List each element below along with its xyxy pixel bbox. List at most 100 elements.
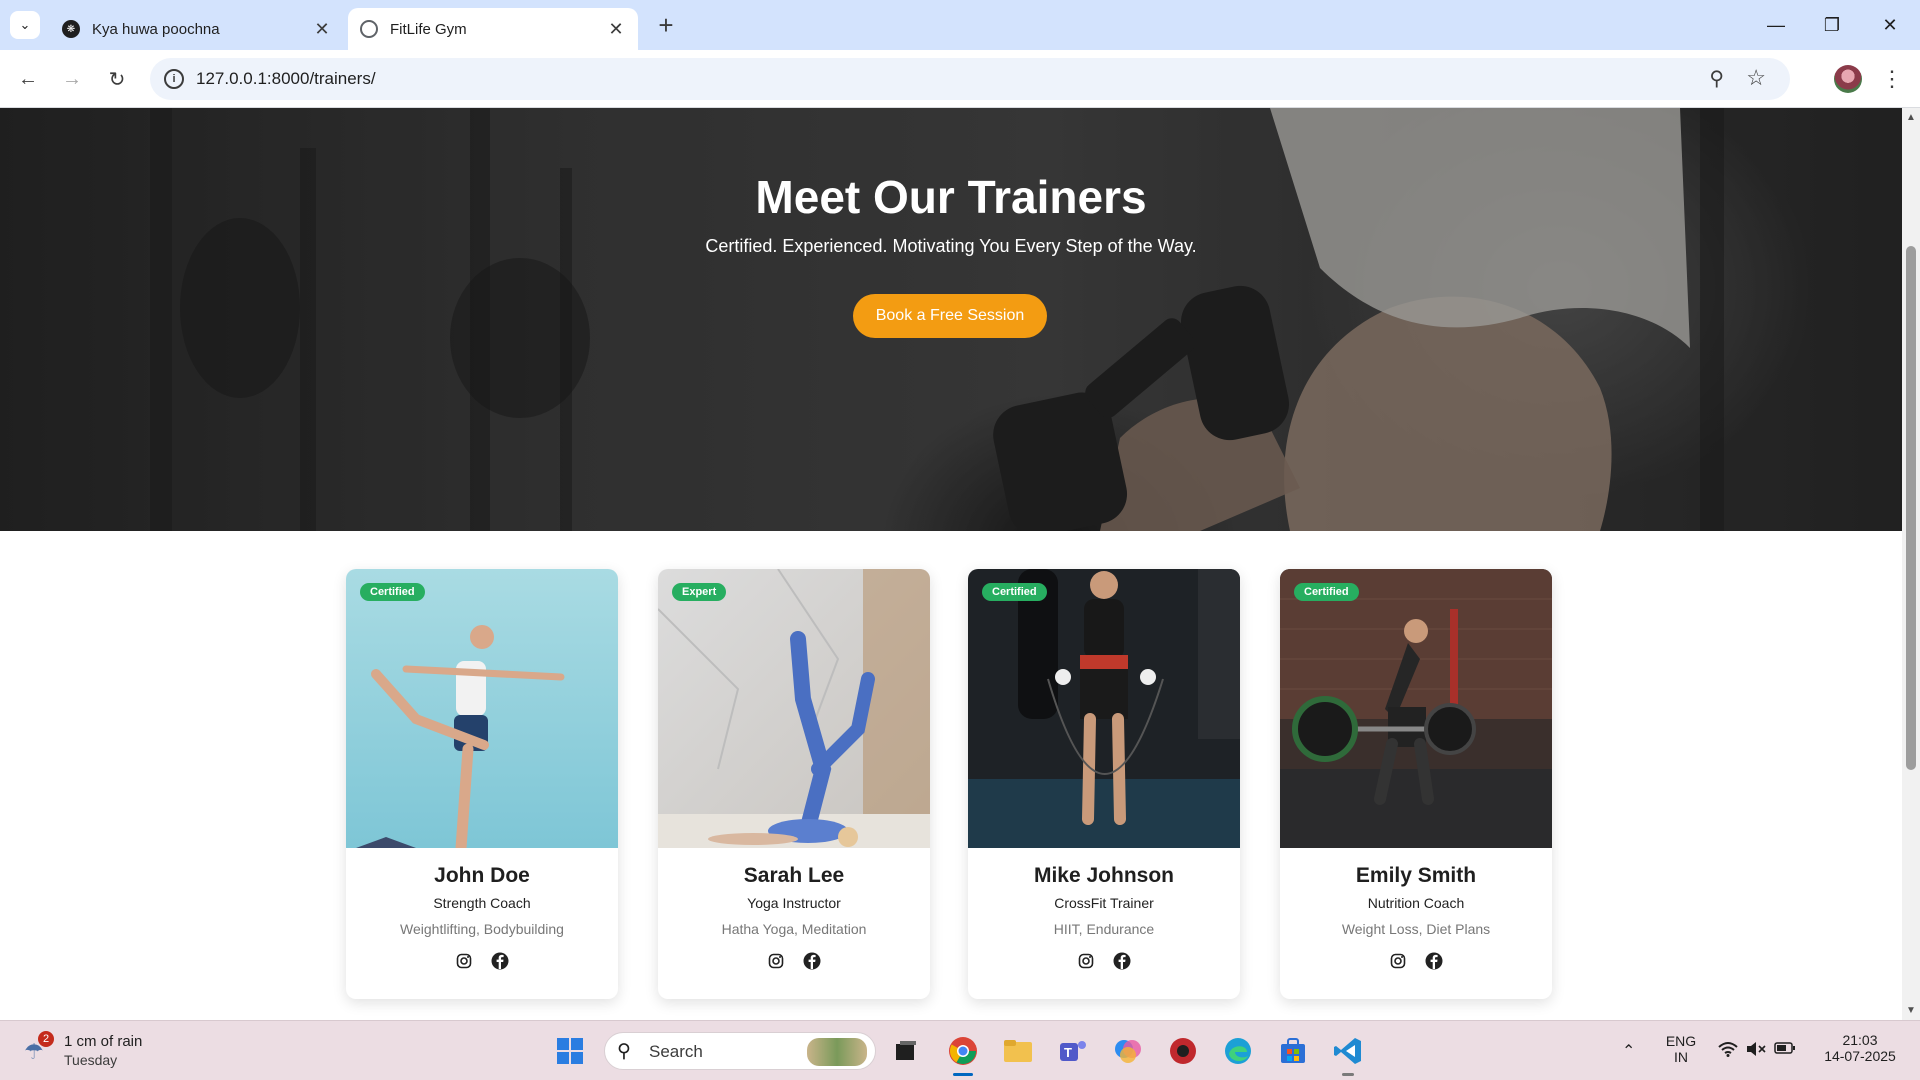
trainer-name: Mike Johnson bbox=[1033, 864, 1175, 887]
weather-day: Tuesday bbox=[64, 1052, 118, 1068]
running-app-indicator bbox=[1342, 1073, 1354, 1076]
trainer-name: Emily Smith bbox=[1355, 864, 1477, 887]
trainer-photo bbox=[1280, 569, 1552, 848]
facebook-icon[interactable] bbox=[1425, 952, 1443, 970]
scroll-down-arrow-icon[interactable]: ▼ bbox=[1906, 1005, 1916, 1016]
profile-avatar[interactable] bbox=[1834, 65, 1862, 93]
task-view-icon[interactable] bbox=[888, 1033, 924, 1069]
instagram-icon[interactable] bbox=[455, 952, 473, 970]
instagram-icon[interactable] bbox=[1077, 952, 1095, 970]
notification-badge: 2 bbox=[38, 1031, 54, 1047]
close-tab-icon[interactable]: ✕ bbox=[310, 17, 334, 41]
page-viewport: Meet Our Trainers Certified. Experienced… bbox=[0, 108, 1902, 1020]
close-window-button[interactable]: ✕ bbox=[1870, 10, 1910, 40]
url-text[interactable]: 127.0.0.1:8000/trainers/ bbox=[196, 69, 376, 89]
instagram-icon[interactable] bbox=[767, 952, 785, 970]
copilot-icon[interactable] bbox=[1110, 1033, 1146, 1069]
taskbar-search-box[interactable]: ⚲ Search bbox=[604, 1032, 876, 1070]
tab-kya-huwa-poochna[interactable]: ❋ Kya huwa poochna ✕ bbox=[50, 8, 344, 50]
trainer-card[interactable]: Expert Sarah Lee Yoga Instructor Hatha Y… bbox=[658, 569, 930, 999]
trainer-name: Sarah Lee bbox=[743, 864, 845, 887]
svg-text:T: T bbox=[1064, 1045, 1072, 1060]
trainer-specialties: Weightlifting, Bodybuilding bbox=[400, 921, 564, 937]
browser-tab-strip: ⌄ ❋ Kya huwa poochna ✕ FitLife Gym ✕ + —… bbox=[0, 0, 1920, 50]
browser-menu-icon[interactable]: ⋮ bbox=[1880, 63, 1904, 95]
trainers-grid: Certified John Doe Strength Coach Weight… bbox=[0, 569, 1902, 1009]
tab-title: Kya huwa poochna bbox=[92, 20, 220, 38]
address-bar[interactable]: i 127.0.0.1:8000/trainers/ ⚲ ☆ bbox=[150, 58, 1790, 100]
trainer-card[interactable]: Certified Emily Smith Nutrition Coach We… bbox=[1280, 569, 1552, 999]
certification-badge: Certified bbox=[1294, 583, 1359, 601]
trainer-photo bbox=[658, 569, 930, 848]
social-links bbox=[1280, 952, 1552, 970]
trainer-role: CrossFit Trainer bbox=[1054, 895, 1154, 911]
language-indicator[interactable]: ENG IN bbox=[1664, 1033, 1698, 1065]
chrome-icon[interactable] bbox=[945, 1033, 981, 1069]
file-explorer-icon[interactable] bbox=[1000, 1033, 1036, 1069]
chatgpt-icon: ❋ bbox=[62, 20, 80, 38]
social-links bbox=[346, 952, 618, 970]
facebook-icon[interactable] bbox=[803, 952, 821, 970]
page-title: Meet Our Trainers bbox=[755, 171, 1147, 223]
windows-taskbar: ☂ 2 1 cm of rain Tuesday ⚲ Search T ⌃ EN… bbox=[0, 1020, 1920, 1080]
search-highlight-image bbox=[807, 1038, 867, 1066]
clock-time: 21:03 bbox=[1842, 1032, 1878, 1048]
facebook-icon[interactable] bbox=[1113, 952, 1131, 970]
tab-fitlife-gym[interactable]: FitLife Gym ✕ bbox=[348, 8, 638, 50]
hero-section: Meet Our Trainers Certified. Experienced… bbox=[0, 108, 1902, 531]
clock-date: 14-07-2025 bbox=[1824, 1048, 1896, 1064]
chevron-up-icon[interactable]: ⌃ bbox=[1622, 1041, 1635, 1061]
trainer-specialties: Weight Loss, Diet Plans bbox=[1341, 921, 1491, 937]
trainer-role: Yoga Instructor bbox=[747, 895, 841, 911]
minimize-button[interactable]: — bbox=[1756, 10, 1796, 40]
windows-start-icon[interactable] bbox=[552, 1033, 588, 1069]
tab-title: FitLife Gym bbox=[390, 20, 467, 38]
microsoft-store-icon[interactable] bbox=[1275, 1033, 1311, 1069]
trainer-specialties: HIIT, Endurance bbox=[1053, 921, 1155, 937]
region-code: IN bbox=[1674, 1049, 1688, 1065]
forward-button[interactable]: → bbox=[56, 63, 88, 95]
instagram-icon[interactable] bbox=[1389, 952, 1407, 970]
close-tab-icon[interactable]: ✕ bbox=[604, 17, 628, 41]
back-button[interactable]: ← bbox=[12, 63, 44, 95]
certification-badge: Certified bbox=[360, 583, 425, 601]
trainer-card[interactable]: Certified John Doe Strength Coach Weight… bbox=[346, 569, 618, 999]
clock[interactable]: 21:03 14-07-2025 bbox=[1816, 1032, 1904, 1064]
trainer-card[interactable]: Certified Mike Johnson CrossFit Trainer … bbox=[968, 569, 1240, 999]
tab-search-button[interactable]: ⌄ bbox=[10, 11, 40, 39]
certification-badge: Expert bbox=[672, 583, 727, 601]
facebook-icon[interactable] bbox=[491, 952, 509, 970]
browser-toolbar: ← → ↻ i 127.0.0.1:8000/trainers/ ⚲ ☆ ⋮ bbox=[0, 50, 1920, 108]
restore-button[interactable]: ❐ bbox=[1812, 10, 1852, 40]
wifi-icon[interactable] bbox=[1718, 1041, 1738, 1062]
trainer-photo bbox=[968, 569, 1240, 848]
page-scrollbar[interactable]: ▲ ▼ bbox=[1902, 108, 1920, 1020]
new-tab-button[interactable]: + bbox=[652, 12, 680, 40]
edge-icon[interactable] bbox=[1220, 1033, 1256, 1069]
scroll-up-arrow-icon[interactable]: ▲ bbox=[1906, 112, 1916, 123]
bookmark-star-icon[interactable]: ☆ bbox=[1746, 65, 1766, 91]
media-app-icon[interactable] bbox=[1165, 1033, 1201, 1069]
hero-content: Meet Our Trainers Certified. Experienced… bbox=[0, 108, 1902, 531]
social-links bbox=[658, 952, 930, 970]
trainer-specialties: Hatha Yoga, Meditation bbox=[721, 921, 867, 937]
trainer-role: Nutrition Coach bbox=[1367, 895, 1465, 911]
book-free-session-button[interactable]: Book a Free Session bbox=[853, 294, 1047, 338]
site-info-icon[interactable]: i bbox=[164, 69, 184, 89]
teams-icon[interactable]: T bbox=[1055, 1033, 1091, 1069]
vscode-icon[interactable] bbox=[1330, 1033, 1366, 1069]
scroll-thumb[interactable] bbox=[1906, 246, 1916, 770]
search-icon: ⚲ bbox=[617, 1041, 631, 1062]
active-app-indicator bbox=[953, 1073, 973, 1076]
zoom-icon[interactable]: ⚲ bbox=[1709, 66, 1724, 91]
chevron-down-icon: ⌄ bbox=[19, 17, 31, 32]
volume-muted-icon[interactable] bbox=[1746, 1041, 1766, 1062]
certification-badge: Certified bbox=[982, 583, 1047, 601]
weather-widget[interactable]: ☂ 2 1 cm of rain Tuesday bbox=[24, 1031, 174, 1071]
battery-icon[interactable] bbox=[1774, 1041, 1796, 1060]
social-links bbox=[968, 952, 1240, 970]
hero-subtitle: Certified. Experienced. Motivating You E… bbox=[705, 236, 1197, 256]
reload-button[interactable]: ↻ bbox=[101, 63, 133, 95]
trainer-name: John Doe bbox=[434, 864, 530, 887]
trainer-role: Strength Coach bbox=[433, 895, 531, 911]
